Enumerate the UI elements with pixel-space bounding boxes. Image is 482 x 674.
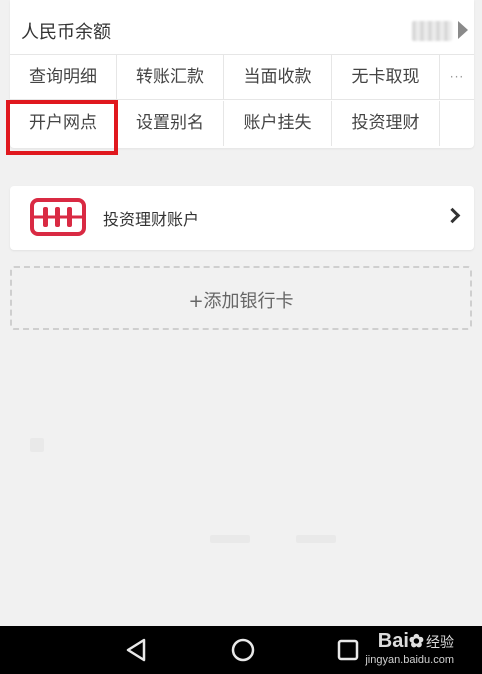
add-bank-card-button[interactable]: +添加银行卡 [10, 266, 472, 330]
action-report-loss[interactable]: 账户挂失 [224, 101, 332, 146]
add-bank-card-label: +添加银行卡 [188, 291, 294, 312]
ghost-mark [296, 535, 336, 543]
ghost-mark [30, 438, 44, 452]
more-options-icon[interactable]: ··· [440, 55, 474, 100]
balance-row[interactable]: 人民币余额 [10, 8, 474, 55]
watermark-logo: Bai✿ 经验 [378, 630, 454, 653]
balance-masked-value [412, 21, 452, 41]
back-icon[interactable] [124, 637, 148, 663]
chevron-right-icon [444, 207, 461, 224]
balance-label: 人民币余额 [21, 22, 111, 43]
action-cardless-withdraw[interactable]: 无卡取现 [332, 55, 440, 100]
home-icon[interactable] [230, 637, 256, 663]
watermark-brand: Bai [377, 630, 409, 652]
paw-icon: ✿ [408, 631, 424, 651]
ghost-mark [210, 535, 250, 543]
action-empty-cell [440, 101, 474, 146]
action-query-details[interactable]: 查询明细 [10, 55, 117, 100]
abacus-icon [30, 198, 86, 236]
investment-account-label: 投资理财账户 [103, 210, 200, 229]
recent-apps-icon[interactable] [336, 637, 360, 663]
chevron-right-icon [458, 21, 468, 39]
system-nav-bar: Bai✿ 经验 jingyan.baidu.com [0, 626, 482, 674]
action-transfer[interactable]: 转账汇款 [117, 55, 224, 100]
watermark-url: jingyan.baidu.com [365, 654, 454, 666]
action-investment[interactable]: 投资理财 [332, 101, 440, 146]
highlight-annotation-box [6, 100, 118, 155]
action-receive-payment[interactable]: 当面收款 [224, 55, 332, 100]
action-set-alias[interactable]: 设置别名 [117, 101, 224, 146]
investment-account-card[interactable]: 投资理财账户 [10, 186, 474, 250]
watermark-brand-cn: 经验 [426, 634, 454, 650]
